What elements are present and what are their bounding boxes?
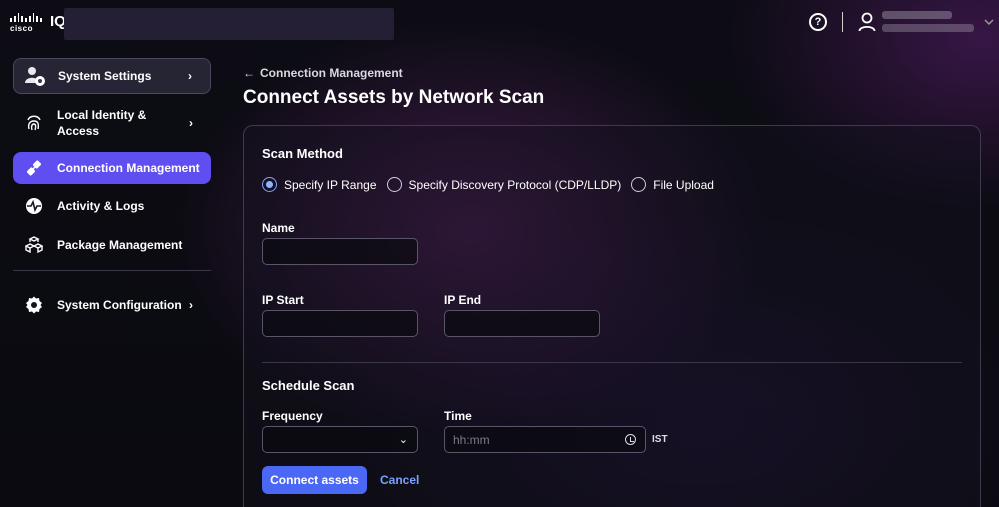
schedule-scan-title: Schedule Scan <box>262 378 355 393</box>
page-title: Connect Assets by Network Scan <box>243 87 545 108</box>
sidebar-item-system-configuration[interactable]: System Configuration › <box>13 286 211 324</box>
back-link[interactable]: ← Connection Management <box>243 66 403 80</box>
cancel-button[interactable]: Cancel <box>380 473 419 487</box>
ip-start-label: IP Start <box>262 293 304 307</box>
cisco-logo-bars <box>10 13 43 22</box>
sidebar-item-label: System Configuration <box>57 298 182 312</box>
radio-circle <box>631 177 647 192</box>
top-bar: cisco IQ ? <box>0 0 999 46</box>
radio-label: Specify IP Range <box>284 177 377 192</box>
sidebar-item-label: Package Management <box>57 238 183 252</box>
redacted-area <box>64 8 394 40</box>
radio-circle <box>386 177 402 192</box>
timezone-label: IST <box>652 434 668 445</box>
fingerprint-icon <box>23 112 45 134</box>
radio-circle <box>262 177 277 192</box>
name-label: Name <box>262 221 295 235</box>
gear-icon <box>23 294 45 316</box>
chevron-right-icon: › <box>189 298 193 312</box>
sidebar-item-label: Local Identity & Access <box>57 108 147 138</box>
sidebar-item-package-management[interactable]: Package Management <box>13 230 211 260</box>
time-input[interactable]: hh:mm <box>444 426 646 453</box>
name-input[interactable] <box>262 238 418 265</box>
ip-start-input[interactable] <box>262 310 418 337</box>
connect-assets-button[interactable]: Connect assets <box>262 466 367 494</box>
radio-label: Specify Discovery Protocol (CDP/LLDP) <box>408 177 622 192</box>
back-link-label: Connection Management <box>260 66 403 80</box>
frequency-label: Frequency <box>262 409 323 423</box>
radio-label: File Upload <box>653 177 714 192</box>
sidebar-item-label: Connection Management <box>57 161 200 175</box>
chevron-right-icon: › <box>189 116 193 130</box>
cisco-logo[interactable]: cisco <box>10 13 43 33</box>
radio-discovery-protocol[interactable]: Specify Discovery Protocol (CDP/LLDP) <box>386 177 622 192</box>
frequency-select[interactable]: ⌄ <box>262 426 418 453</box>
chevron-right-icon: › <box>188 69 192 83</box>
help-icon[interactable]: ? <box>809 13 827 31</box>
radio-file-upload[interactable]: File Upload <box>631 177 714 192</box>
activity-icon <box>23 195 45 217</box>
time-label: Time <box>444 409 472 423</box>
packages-icon <box>23 234 45 256</box>
section-divider <box>262 362 962 363</box>
user-account-blurred[interactable] <box>882 11 977 35</box>
user-icon[interactable] <box>858 12 876 32</box>
plug-icon <box>23 157 45 179</box>
sidebar-divider <box>13 270 211 271</box>
time-placeholder: hh:mm <box>453 433 490 447</box>
radio-specify-ip-range[interactable]: Specify IP Range <box>262 177 377 192</box>
clock-icon[interactable] <box>625 434 636 445</box>
scan-method-options: Specify IP Range Specify Discovery Proto… <box>262 177 724 192</box>
user-gear-icon <box>24 65 46 87</box>
sidebar-item-activity-logs[interactable]: Activity & Logs <box>13 191 211 221</box>
scan-form-card: Scan Method Specify IP Range Specify Dis… <box>243 125 981 507</box>
sidebar-item-system-settings[interactable]: System Settings › <box>13 58 211 94</box>
chevron-down-icon: ⌄ <box>398 434 408 446</box>
sidebar-item-connection-management[interactable]: Connection Management <box>13 152 211 184</box>
arrow-left-icon: ← <box>243 66 255 80</box>
scan-method-title: Scan Method <box>262 146 343 161</box>
sidebar-item-local-identity[interactable]: Local Identity & Access › <box>13 104 211 142</box>
sidebar-item-label: System Settings <box>58 69 152 83</box>
brand-name: cisco <box>10 24 33 33</box>
ip-end-label: IP End <box>444 293 482 307</box>
chevron-down-icon[interactable] <box>984 17 994 27</box>
header-divider <box>842 12 843 32</box>
sidebar: System Settings › Local Identity & Acces… <box>0 46 224 507</box>
ip-end-input[interactable] <box>444 310 600 337</box>
sidebar-item-label: Activity & Logs <box>57 199 145 213</box>
